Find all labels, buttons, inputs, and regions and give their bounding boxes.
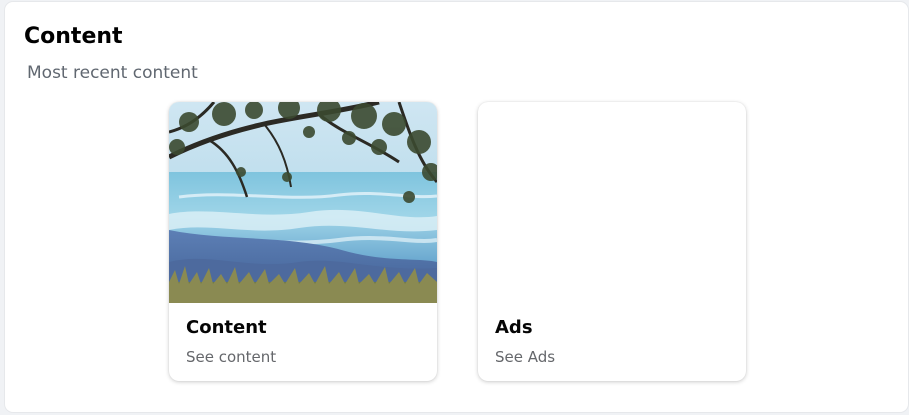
content-card[interactable]: Content See content	[169, 102, 437, 381]
ads-card-title: Ads	[495, 317, 533, 338]
content-thumbnail	[169, 102, 437, 303]
lake-landscape-image	[169, 102, 437, 303]
content-card-subtitle: See content	[186, 348, 277, 366]
content-card-title: Content	[186, 317, 267, 338]
section-title: Content	[24, 24, 123, 49]
content-panel: Content Most recent content Content See …	[5, 2, 908, 412]
ads-card[interactable]: Ads See Ads	[478, 102, 746, 381]
section-subtitle: Most recent content	[27, 63, 198, 83]
ads-card-subtitle: See Ads	[495, 348, 556, 366]
